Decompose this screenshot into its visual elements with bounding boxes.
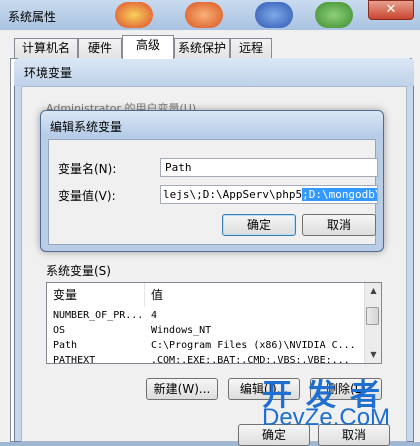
watermark-en: DevZe.CoM (262, 404, 391, 431)
tab-remote[interactable]: 远程 (230, 38, 272, 58)
row-value: C:\Program Files (x86)\NVIDIA C... (151, 340, 356, 351)
row-variable: Path (53, 340, 78, 351)
column-header-value[interactable]: 值 (145, 283, 365, 307)
column-header-variable[interactable]: 变量 (47, 283, 145, 307)
edit-dialog-title: 编辑系统变量 (50, 120, 123, 134)
scroll-down-icon[interactable]: ▼ (365, 347, 382, 363)
app-green-icon (315, 2, 353, 28)
table-row[interactable]: NUMBER_OF_PR... 4 (47, 308, 365, 323)
row-variable: NUMBER_OF_PR... (53, 310, 144, 321)
tab-advanced[interactable]: 高级 (122, 35, 174, 59)
system-vars-table[interactable]: 变量 值 NUMBER_OF_PR... 4 OS Windows_NT Pat… (46, 282, 382, 364)
app-blue-icon (255, 2, 293, 28)
app-orange-icon (185, 2, 223, 28)
row-value: .COM;.EXE;.BAT;.CMD;.VBS;.VBE;... (151, 355, 350, 364)
tab-system-protection[interactable]: 系统保护 (174, 38, 230, 58)
system-vars-label: 系统变量(S) (46, 264, 111, 278)
variable-value-field[interactable]: lejs\;D:\AppServ\php5;D:\mongodb\bin (160, 185, 378, 204)
variable-name-field[interactable]: Path (160, 158, 378, 177)
table-row[interactable]: PATHEXT .COM;.EXE;.BAT;.CMD;.VBS;.VBE;..… (47, 353, 365, 364)
new-variable-button[interactable]: 新建(W)... (146, 378, 218, 400)
env-vars-title: 环境变量 (24, 66, 73, 80)
background-app-icons (95, 0, 355, 30)
variable-name-label: 变量名(N): (58, 162, 117, 176)
row-variable: OS (53, 325, 66, 336)
variable-name-value: Path (165, 161, 192, 174)
row-value: 4 (151, 310, 158, 321)
tab-computer-name[interactable]: 计算机名 (14, 38, 78, 58)
table-row[interactable]: Path C:\Program Files (x86)\NVIDIA C... (47, 338, 365, 353)
row-variable: PATHEXT (53, 355, 96, 364)
scroll-up-icon[interactable]: ▲ (365, 283, 382, 299)
row-value: Windows_NT (151, 325, 212, 336)
edit-cancel-button[interactable]: 取消 (302, 214, 376, 236)
edit-ok-button[interactable]: 确定 (222, 214, 296, 236)
variable-value-text: lejs\;D:\AppServ\php5 (163, 188, 303, 201)
variable-value-selection: ;D:\mongodb\bin (302, 188, 377, 201)
chrome-icon (115, 2, 153, 28)
outer-close-button[interactable]: ✕ (368, 0, 414, 20)
outer-window-title: 系统属性 (8, 10, 57, 24)
scroll-thumb[interactable] (366, 307, 379, 325)
env-vars-titlebar (14, 58, 414, 86)
table-row[interactable]: OS Windows_NT (47, 323, 365, 338)
close-icon: ✕ (385, 2, 397, 17)
tab-hardware[interactable]: 硬件 (78, 38, 122, 58)
variable-value-label: 变量值(V): (58, 189, 116, 203)
